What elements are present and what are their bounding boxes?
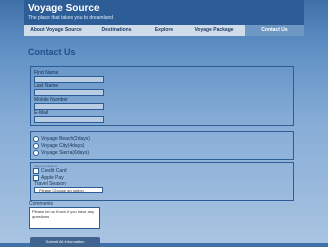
- nav-item-voyage-package[interactable]: Voyage Package: [183, 25, 245, 36]
- personal-info-fieldset: First Name Last Name Mobile Number E-Mai…: [30, 66, 294, 126]
- submit-button[interactable]: Submit All Information: [30, 237, 100, 247]
- package-option-label: Voyage City(4days): [41, 143, 85, 149]
- package-fieldset: Voyage Beach(2days) Voyage City(4days) V…: [30, 131, 294, 160]
- credit-card-label: Credit Card: [41, 168, 67, 174]
- mobile-number-input[interactable]: [34, 103, 104, 110]
- nav-item-explore[interactable]: Explore: [145, 25, 183, 36]
- radio-button[interactable]: [33, 150, 39, 156]
- radio-button[interactable]: [33, 143, 39, 149]
- credit-card-option[interactable]: Credit Card: [33, 168, 67, 174]
- site-title: Voyage Source: [28, 3, 100, 14]
- radio-button[interactable]: [33, 136, 39, 142]
- nav-item-destinations[interactable]: Destinations: [88, 25, 145, 36]
- comments-textarea[interactable]: Please let us Know if you have any quest…: [29, 207, 100, 229]
- nav-item-contact-us[interactable]: Contact Us: [245, 25, 304, 36]
- package-option-beach[interactable]: Voyage Beach(2days): [33, 136, 90, 142]
- page-title: Contact Us: [28, 47, 76, 57]
- package-option-sierra[interactable]: Voyage Sierra(6days): [33, 150, 89, 156]
- nav-item-about[interactable]: About Voyage Source: [24, 25, 88, 36]
- payment-fieldset: Payment Method Credit Card Apple Pay Tra…: [30, 162, 294, 201]
- travel-season-select[interactable]: Please Choose an option: [34, 187, 103, 193]
- site-tagline: The place that takes you to dreamland: [28, 15, 114, 21]
- first-name-input[interactable]: [34, 76, 104, 83]
- package-option-label: Voyage Beach(2days): [41, 136, 90, 142]
- email-input[interactable]: [34, 116, 104, 123]
- package-option-label: Voyage Sierra(6days): [41, 150, 90, 156]
- package-option-city[interactable]: Voyage City(4days): [33, 143, 84, 149]
- site-header: Voyage Source The place that takes you t…: [24, 0, 304, 25]
- checkbox[interactable]: [33, 168, 39, 174]
- main-nav: About Voyage Source Destinations Explore…: [24, 25, 304, 36]
- last-name-input[interactable]: [34, 89, 104, 96]
